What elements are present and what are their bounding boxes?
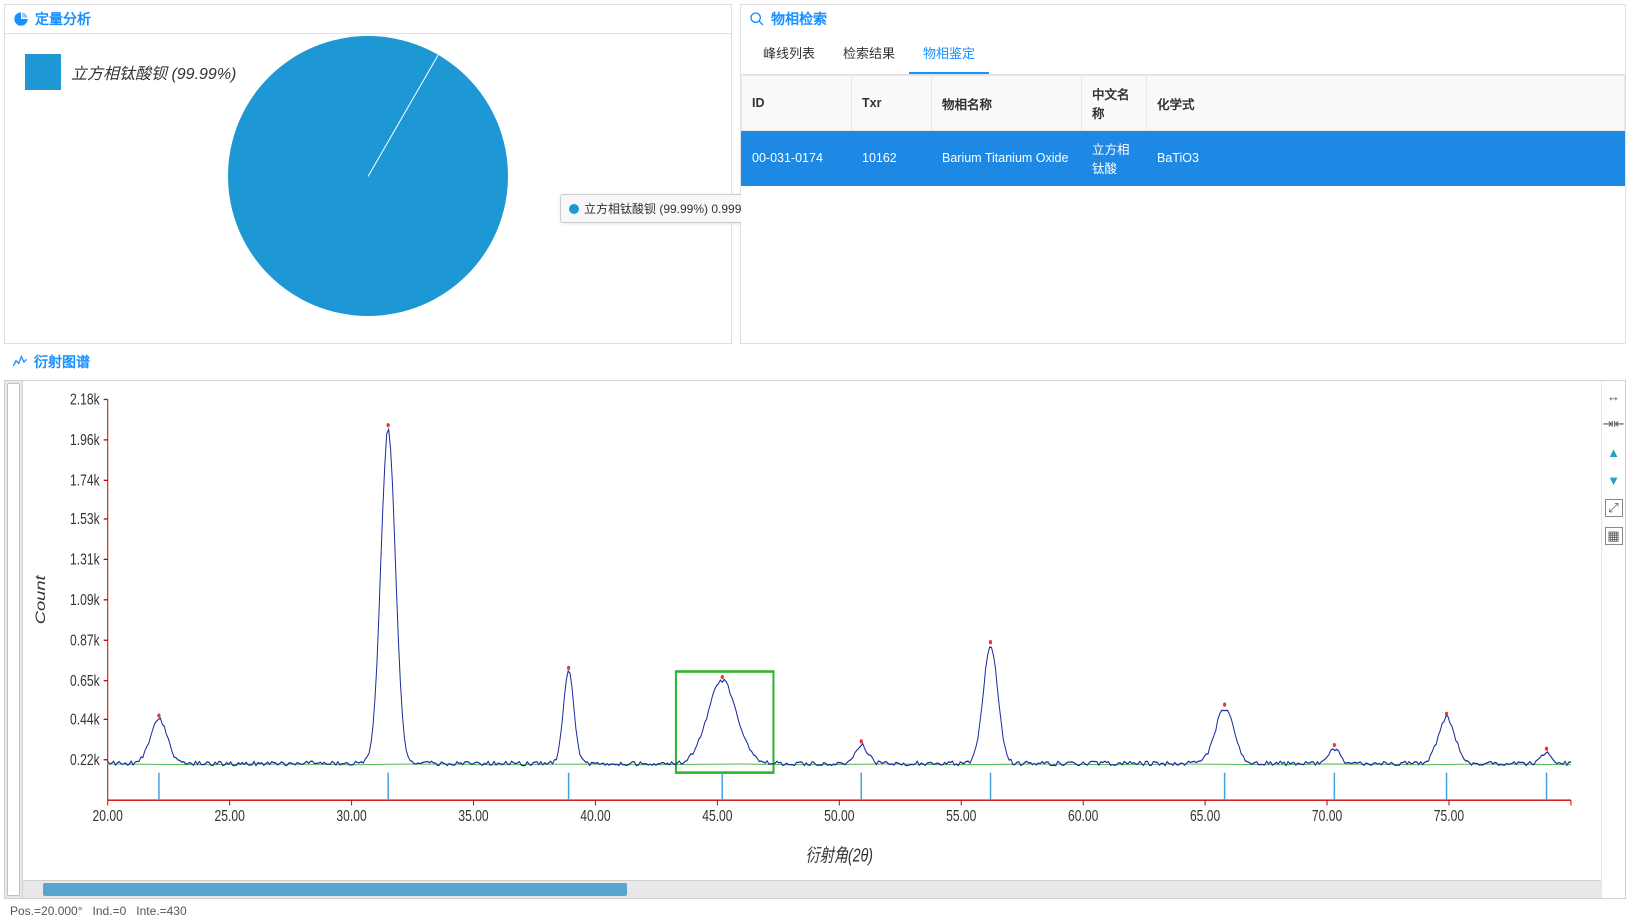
- table-header[interactable]: 物相名称: [932, 76, 1082, 131]
- status-pos: Pos.=20.000°: [10, 904, 83, 918]
- svg-text:衍射角(2θ): 衍射角(2θ): [806, 846, 873, 866]
- table-row[interactable]: 00-031-017410162Barium Titanium Oxide立方相…: [742, 131, 1625, 186]
- tab-0[interactable]: 峰线列表: [749, 33, 829, 74]
- svg-text:0.65k: 0.65k: [70, 671, 100, 689]
- svg-text:60.00: 60.00: [1068, 807, 1098, 825]
- spectrum-title: 衍射图谱: [34, 352, 90, 372]
- horizontal-scrollbar[interactable]: [23, 880, 1601, 898]
- pie-icon: [13, 11, 29, 27]
- table-header[interactable]: Txr: [852, 76, 932, 131]
- table-header[interactable]: ID: [742, 76, 852, 131]
- vertical-scrollbar[interactable]: [5, 381, 23, 898]
- svg-text:Count: Count: [33, 574, 49, 624]
- svg-text:65.00: 65.00: [1190, 807, 1220, 825]
- collapse-h-icon[interactable]: ⇥⇤: [1605, 415, 1623, 433]
- svg-text:55.00: 55.00: [946, 807, 976, 825]
- svg-text:1.09k: 1.09k: [70, 590, 100, 608]
- svg-text:25.00: 25.00: [215, 807, 245, 825]
- tabs: 峰线列表检索结果物相鉴定: [741, 33, 1625, 75]
- status-ind: Ind.=0: [93, 904, 127, 918]
- grid-icon[interactable]: ▦: [1605, 527, 1623, 545]
- svg-text:35.00: 35.00: [458, 807, 488, 825]
- tab-2[interactable]: 物相鉴定: [909, 33, 989, 74]
- results-table: IDTxr物相名称中文名称化学式 00-031-017410162Barium …: [741, 75, 1625, 186]
- fullscreen-icon[interactable]: ⤢: [1605, 499, 1623, 517]
- down-icon[interactable]: ▼: [1605, 471, 1623, 489]
- pie-legend-text: 立方相钛酸钡 (99.99%): [71, 60, 236, 84]
- spectrum-icon: [12, 354, 28, 370]
- svg-text:20.00: 20.00: [93, 807, 123, 825]
- table-header[interactable]: 化学式: [1147, 76, 1625, 131]
- svg-text:75.00: 75.00: [1434, 807, 1464, 825]
- svg-text:1.53k: 1.53k: [70, 510, 100, 528]
- pie-legend-swatch: [25, 54, 61, 90]
- panel-title: 物相检索: [771, 9, 827, 29]
- svg-text:1.96k: 1.96k: [70, 431, 100, 449]
- table-header[interactable]: 中文名称: [1082, 76, 1147, 131]
- pie-chart[interactable]: [228, 36, 508, 316]
- panel-header-search: 物相检索: [741, 5, 1625, 33]
- svg-text:1.31k: 1.31k: [70, 550, 100, 568]
- spectrum-container: 0.22k 0.44k 0.65k 0.87k 1.09k 1.31k 1.53k 1.74k…: [4, 380, 1626, 899]
- svg-text:40.00: 40.00: [580, 807, 610, 825]
- svg-text:50.00: 50.00: [824, 807, 854, 825]
- chart-toolbar: ↔ ⇥⇤ ▲ ▼ ⤢ ▦: [1601, 381, 1625, 898]
- status-bar: Pos.=20.000° Ind.=0 Inte.=430: [0, 899, 1630, 923]
- svg-text:0.44k: 0.44k: [70, 710, 100, 728]
- svg-text:70.00: 70.00: [1312, 807, 1342, 825]
- spectrum-chart[interactable]: 0.22k 0.44k 0.65k 0.87k 1.09k 1.31k 1.53k 1.74k…: [27, 389, 1581, 872]
- search-icon: [749, 11, 765, 27]
- svg-text:30.00: 30.00: [336, 807, 366, 825]
- panel-quant-analysis: 定量分析 立方相钛酸钡 (99.99%) 立方相钛酸钡 (99.99%) 0.9…: [4, 4, 732, 344]
- tooltip-dot: [569, 204, 579, 214]
- svg-text:0.22k: 0.22k: [70, 750, 100, 768]
- pie-legend: 立方相钛酸钡 (99.99%): [25, 54, 236, 90]
- svg-text:1.74k: 1.74k: [70, 471, 100, 489]
- up-icon[interactable]: ▲: [1605, 443, 1623, 461]
- svg-text:0.87k: 0.87k: [70, 631, 100, 649]
- svg-text:45.00: 45.00: [702, 807, 732, 825]
- status-inte: Inte.=430: [136, 904, 186, 918]
- panel-title: 定量分析: [35, 9, 91, 29]
- panel-header-spectrum: 衍射图谱: [4, 348, 1626, 380]
- tab-1[interactable]: 检索结果: [829, 33, 909, 74]
- panel-header-quant: 定量分析: [5, 5, 731, 33]
- expand-h-icon[interactable]: ↔: [1605, 387, 1623, 405]
- svg-text:2.18k: 2.18k: [70, 390, 100, 408]
- panel-phase-search: 物相检索 峰线列表检索结果物相鉴定 IDTxr物相名称中文名称化学式 00-03…: [740, 4, 1626, 344]
